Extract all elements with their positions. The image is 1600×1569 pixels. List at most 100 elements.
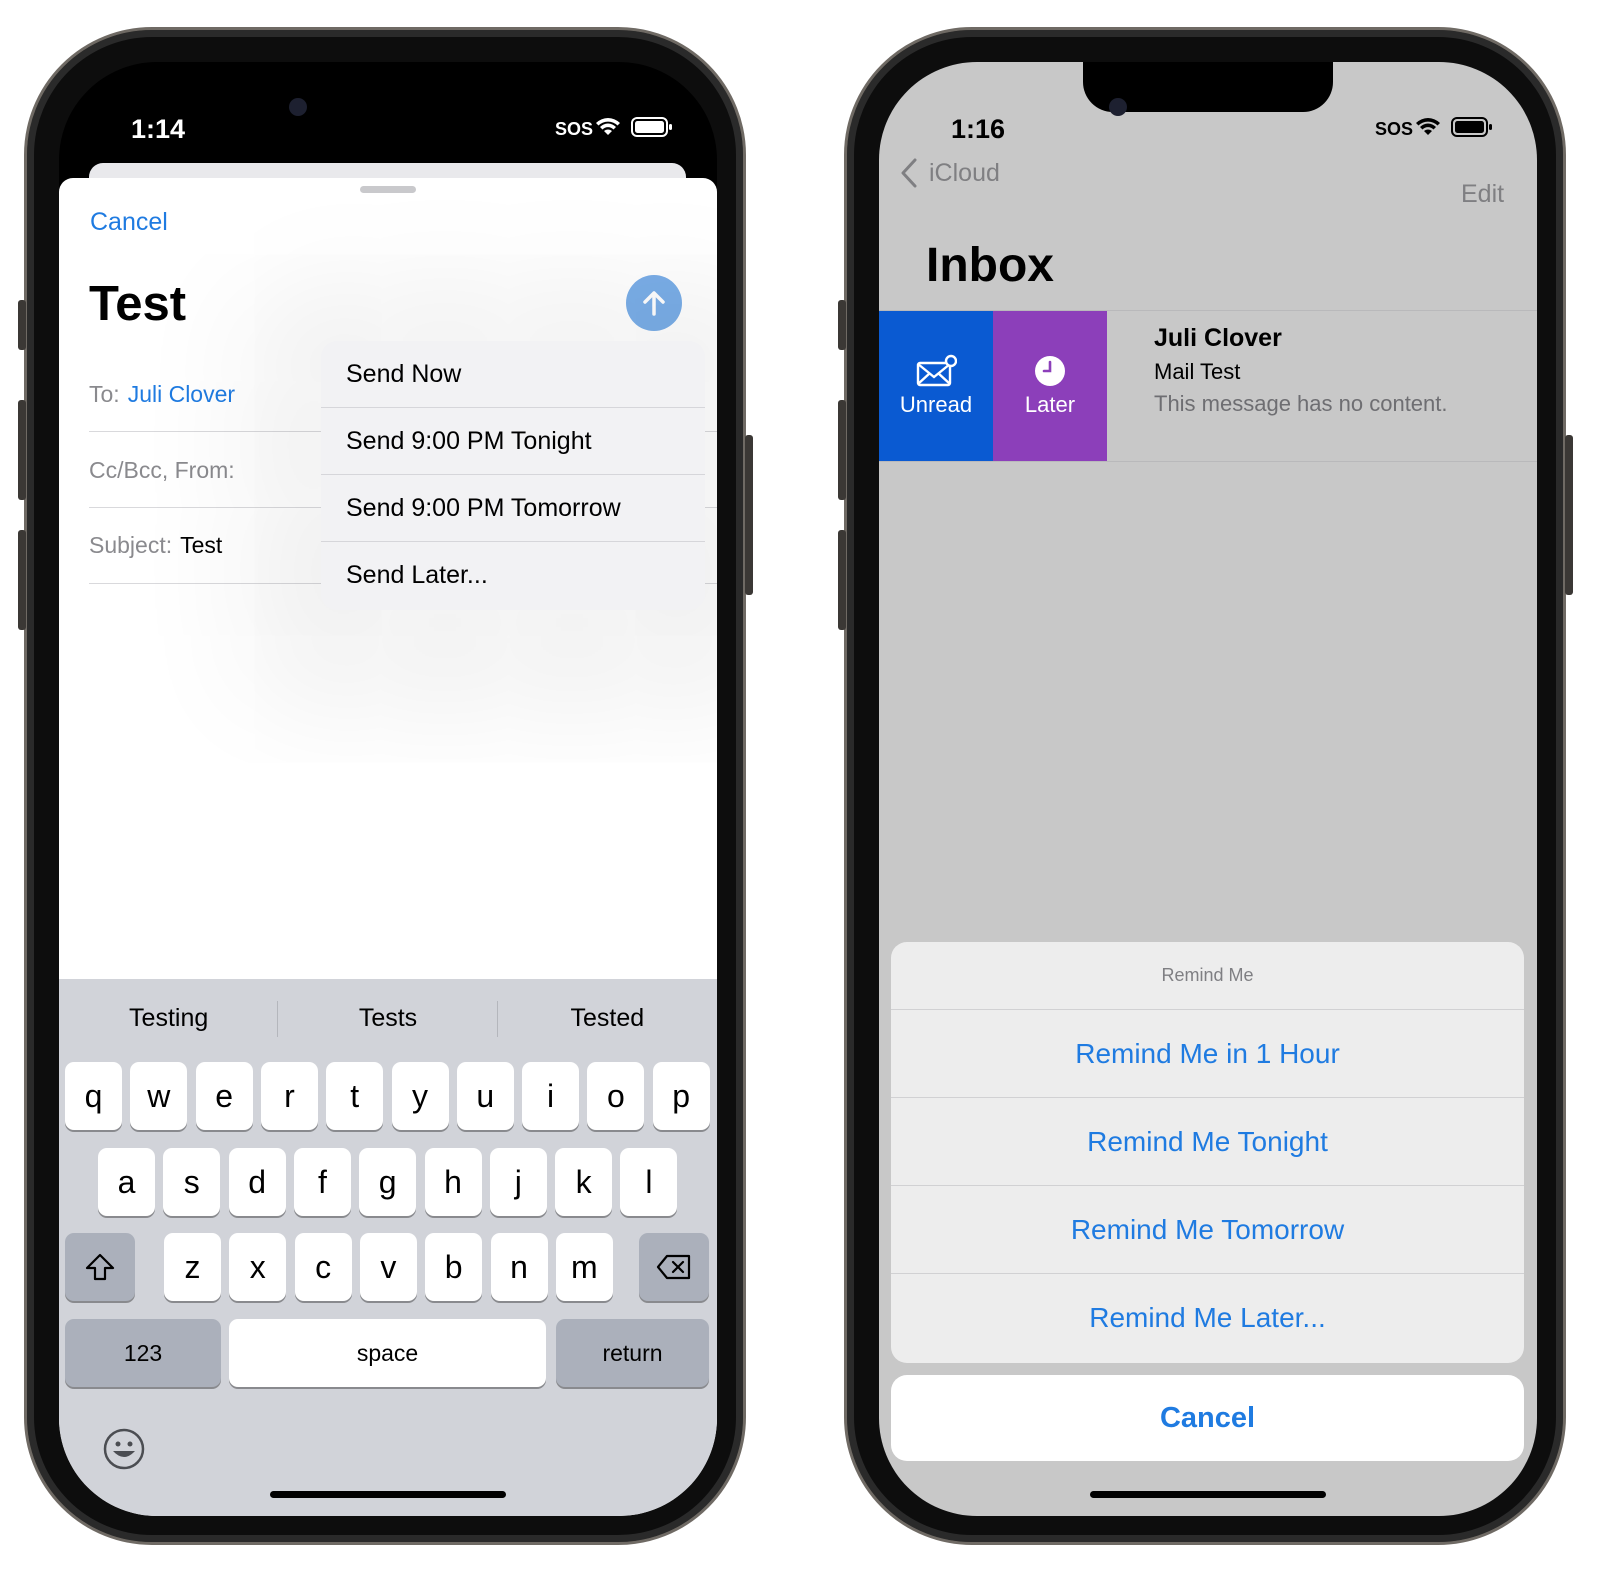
key-m[interactable]: m [555,1233,613,1301]
edit-button[interactable]: Edit [1461,180,1504,209]
message-row[interactable]: Juli Clover Mail Test This message has n… [1154,324,1448,417]
side-button [745,435,753,595]
wifi-icon [1416,118,1440,135]
key-c[interactable]: c [294,1233,352,1301]
unread-envelope-icon [916,354,957,387]
sheet-grabber[interactable] [360,186,416,193]
key-d[interactable]: d [228,1148,286,1216]
key-u[interactable]: u [456,1062,514,1130]
volume-up-button [18,400,26,500]
battery-icon [1451,117,1492,137]
chevron-left-icon [901,158,917,188]
remind-tonight-option[interactable]: Remind Me Tonight [891,1098,1524,1186]
key-s[interactable]: s [163,1148,221,1216]
status-time: 1:16 [951,114,1006,144]
remind-later-option[interactable]: Remind Me Later... [891,1274,1524,1362]
ccbcc-label: Cc/Bcc, From: [89,457,235,483]
suggestion-item[interactable]: Tests [278,979,497,1057]
to-field[interactable]: To: Juli Clover [89,381,235,408]
compose-title: Test [89,277,187,331]
volume-down-button [18,530,26,630]
remind-me-sheet: Remind Me Remind Me in 1 Hour Remind Me … [891,942,1524,1363]
key-t[interactable]: t [326,1062,384,1130]
key-h[interactable]: h [424,1148,482,1216]
status-bar: 1:14 SOS [59,62,717,152]
key-w[interactable]: w [130,1062,188,1130]
cancel-button[interactable]: Cancel [90,208,168,237]
key-z[interactable]: z [164,1233,221,1301]
key-y[interactable]: y [391,1062,449,1130]
to-recipient[interactable]: Juli Clover [128,381,235,407]
shift-icon [85,1253,115,1281]
suggestion-item[interactable]: Tested [498,979,717,1057]
send-now-option[interactable]: Send Now [321,341,705,408]
delete-icon [656,1254,691,1280]
suggestion-item[interactable]: Testing [59,979,278,1057]
numbers-key[interactable]: 123 [65,1319,221,1387]
send-tonight-option[interactable]: Send 9:00 PM Tonight [321,408,705,475]
side-button [1565,435,1573,595]
key-v[interactable]: v [359,1233,417,1301]
suggestion-divider [277,1001,278,1037]
divider [879,461,1537,462]
page-title: Inbox [926,239,1054,292]
mute-switch [838,300,846,350]
remind-tomorrow-option[interactable]: Remind Me Tomorrow [891,1186,1524,1274]
subject-field[interactable]: Subject: Test [89,532,222,559]
later-label: Later [1024,392,1076,417]
subject-label: Subject: [89,532,173,558]
keyboard: Testing Tests Tested 123 space return q … [59,979,717,1516]
key-l[interactable]: l [620,1148,678,1216]
later-action-button[interactable]: Later [993,311,1107,461]
sheet-title: Remind Me [891,942,1524,1010]
key-b[interactable]: b [425,1233,483,1301]
suggestion-bar: Testing Tests Tested [59,979,717,1057]
key-q[interactable]: q [65,1062,122,1130]
key-n[interactable]: n [490,1233,548,1301]
key-p[interactable]: p [652,1062,710,1130]
key-r[interactable]: r [260,1062,318,1130]
sos-indicator: SOS [1375,119,1414,139]
status-bar: 1:16 SOS [879,62,1537,152]
message-subject: Mail Test [1154,359,1241,384]
space-key[interactable]: space [229,1319,546,1387]
front-camera [289,98,307,116]
key-x[interactable]: x [229,1233,287,1301]
key-j[interactable]: j [489,1148,547,1216]
message-preview: This message has no content. [1154,391,1448,416]
shift-key[interactable] [65,1233,135,1301]
wifi-icon [596,118,620,135]
right-phone: 1:16 SOS iCloud Edit Inbox Unread Later … [838,27,1573,1545]
return-key[interactable]: return [556,1319,709,1387]
delete-key[interactable] [639,1233,709,1301]
to-label: To: [89,381,120,407]
key-f[interactable]: f [293,1148,351,1216]
home-indicator [270,1491,506,1498]
send-later-option[interactable]: Send Later... [321,542,705,609]
cancel-button[interactable]: Cancel [891,1375,1524,1461]
inbox-screen: 1:16 SOS iCloud Edit Inbox Unread Later … [879,62,1537,1516]
remind-1-hour-option[interactable]: Remind Me in 1 Hour [891,1010,1524,1098]
back-button[interactable]: iCloud [899,157,1000,189]
send-options-menu: Send Now Send 9:00 PM Tonight Send 9:00 … [321,341,705,610]
emoji-icon[interactable] [102,1427,146,1471]
unread-action-button[interactable]: Unread [879,311,993,461]
send-tomorrow-option[interactable]: Send 9:00 PM Tomorrow [321,475,705,542]
key-e[interactable]: e [195,1062,253,1130]
unread-label: Unread [899,392,973,417]
key-g[interactable]: g [359,1148,417,1216]
key-a[interactable]: a [98,1148,155,1216]
subject-value[interactable]: Test [180,532,222,558]
volume-up-button [838,400,846,500]
ccbcc-field[interactable]: Cc/Bcc, From: [89,457,235,484]
key-k[interactable]: k [555,1148,613,1216]
key-o[interactable]: o [587,1062,645,1130]
key-i[interactable]: i [522,1062,580,1130]
status-time: 1:14 [131,114,186,144]
volume-down-button [838,530,846,630]
send-button[interactable] [626,275,682,331]
arrow-up-icon [643,291,665,316]
left-phone: 1:14 SOS Cancel Test To: Juli Clover Cc/… [18,27,753,1545]
sos-indicator: SOS [555,119,594,139]
battery-icon [631,117,672,137]
